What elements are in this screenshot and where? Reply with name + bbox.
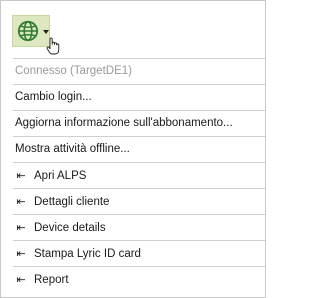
open-in-icon: ⇤ xyxy=(16,195,26,208)
menu-list: Connesso (TargetDE1) Cambio login... Agg… xyxy=(1,58,265,292)
customer-details-label: Dettagli cliente xyxy=(34,196,110,208)
globe-dropdown-button[interactable] xyxy=(12,15,60,55)
report-label: Report xyxy=(34,274,69,286)
open-in-icon: ⇤ xyxy=(16,247,26,260)
device-details-label: Device details xyxy=(34,222,106,234)
show-offline-activity-item[interactable]: Mostra attività offline... xyxy=(1,137,265,162)
print-id-card-label: Stampa Lyric ID card xyxy=(34,248,141,260)
device-details-item[interactable]: ⇤ Device details xyxy=(1,215,265,240)
hand-pointer-icon xyxy=(46,37,60,55)
open-alps-item[interactable]: ⇤ Apri ALPS xyxy=(1,163,265,188)
open-in-icon: ⇤ xyxy=(16,273,26,286)
menu-toolbar xyxy=(1,1,265,59)
connection-status: Connesso (TargetDE1) xyxy=(15,65,132,77)
customer-details-item[interactable]: ⇤ Dettagli cliente xyxy=(1,189,265,214)
change-login-item[interactable]: Cambio login... xyxy=(1,85,265,110)
globe-icon xyxy=(17,20,39,42)
open-in-icon: ⇤ xyxy=(16,169,26,182)
update-subscription-item[interactable]: Aggiorna informazione sull'abbonamento..… xyxy=(1,111,265,136)
open-in-icon: ⇤ xyxy=(16,221,26,234)
chevron-down-icon[interactable] xyxy=(43,30,49,34)
report-item[interactable]: ⇤ Report xyxy=(1,267,265,292)
account-dropdown-menu: Connesso (TargetDE1) Cambio login... Agg… xyxy=(0,0,266,298)
open-alps-label: Apri ALPS xyxy=(34,170,87,182)
print-id-card-item[interactable]: ⇤ Stampa Lyric ID card xyxy=(1,241,265,266)
